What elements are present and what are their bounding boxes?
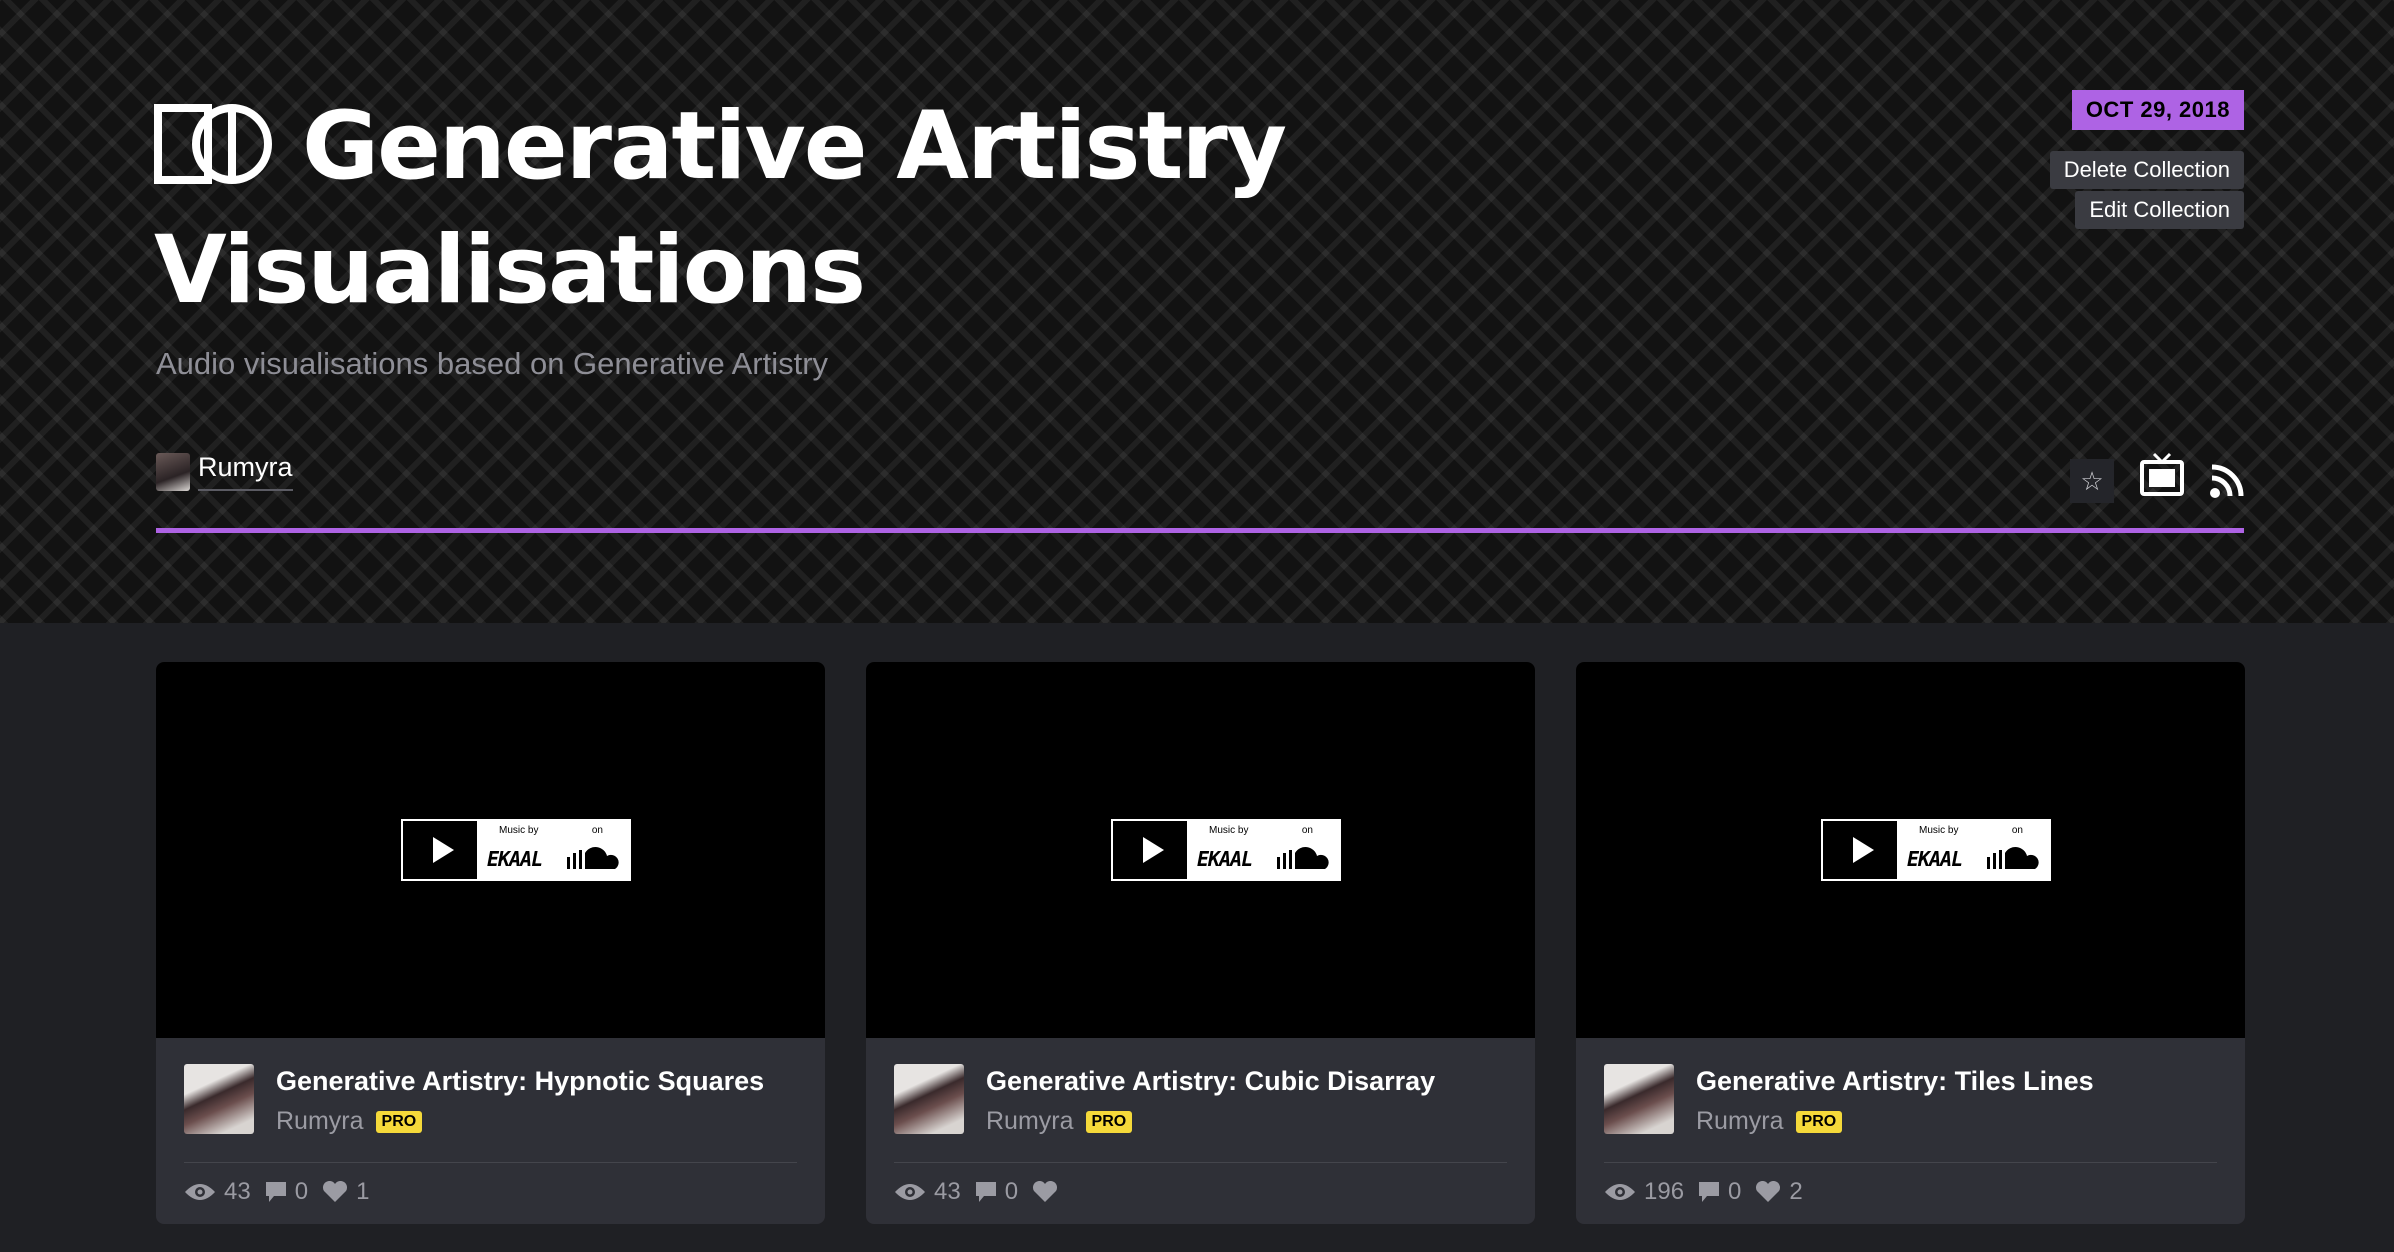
avatar [156,452,190,491]
comments-count: 0 [1004,1178,1019,1205]
pen-title[interactable]: Generative Artistry: Hypnotic Squares [276,1066,764,1097]
likes-count: 2 [1789,1178,1803,1205]
pen-title[interactable]: Generative Artistry: Tiles Lines [1696,1066,2094,1097]
play-button[interactable] [1821,819,1899,881]
likes-stat[interactable]: 2 [1755,1178,1803,1206]
pen-author[interactable]: Rumyra [986,1107,1074,1136]
pen-preview[interactable]: Music by on EKAAL [156,662,825,1038]
divider [894,1162,1507,1163]
divider [1604,1162,2217,1163]
play-icon [1852,837,1874,863]
comment-icon [1699,1182,1720,1202]
audio-player[interactable]: Music by on EKAAL [399,817,633,883]
views-stat: 43 [894,1178,961,1206]
title-line-2: Visualisations [154,216,866,325]
likes-stat[interactable]: 1 [322,1178,369,1206]
collection-header: Generative Artistry Visualisations Audio… [0,0,2394,623]
views-count: 196 [1644,1178,1685,1205]
heart-icon [1033,1181,1058,1202]
pen-stats: 43 0 [894,1178,1066,1206]
pen-card[interactable]: Music by on EKAAL Generative Artistry: H… [156,662,825,1224]
pen-preview[interactable]: Music by on EKAAL [1576,662,2245,1038]
pen-stats: 43 0 1 [184,1178,369,1206]
likes-count: 1 [356,1178,370,1205]
accent-divider [156,528,2244,533]
on-label: on [591,825,603,836]
title-line-1: Generative Artistry [302,92,1287,201]
pro-badge: PRO [1085,1110,1133,1133]
on-label: on [2011,825,2023,836]
pro-badge: PRO [1795,1110,1843,1133]
comment-icon [265,1182,286,1202]
views-stat: 43 [184,1178,251,1206]
date-badge: OCT 29, 2018 [2071,90,2244,130]
play-button[interactable] [401,819,479,881]
author-name[interactable]: Rumyra [198,452,293,491]
pro-badge: PRO [375,1110,423,1133]
music-by-label: Music by [1209,825,1249,836]
soundcloud-icon [1987,847,2045,876]
artist-logo: EKAAL [487,847,543,871]
likes-stat[interactable] [1032,1181,1066,1203]
artist-logo: EKAAL [1907,847,1963,871]
music-by-label: Music by [499,825,539,836]
codepen-collection-icon [154,94,272,212]
comment-icon [975,1182,996,1202]
edit-collection-button[interactable]: Edit Collection [2075,191,2244,229]
play-icon [432,837,454,863]
star-icon[interactable]: ☆ [2070,459,2114,503]
avatar[interactable] [894,1064,964,1134]
collection-actions: ☆ [2070,452,2244,503]
play-icon [1142,837,1164,863]
audio-player[interactable]: Music by on EKAAL [1819,817,2053,883]
heart-icon [323,1181,348,1202]
soundcloud-icon [1277,847,1335,876]
eye-icon [1605,1184,1635,1200]
comments-stat[interactable]: 0 [975,1178,1018,1206]
views-count: 43 [934,1178,961,1205]
views-stat: 196 [1604,1178,1684,1206]
pen-author[interactable]: Rumyra [276,1107,364,1136]
avatar[interactable] [184,1064,254,1134]
page-title: Generative Artistry Visualisations [154,88,1454,330]
rss-icon[interactable] [2210,464,2244,503]
heart-icon [1756,1181,1781,1202]
play-button[interactable] [1111,819,1189,881]
audio-player[interactable]: Music by on EKAAL [1109,817,1343,883]
author-link[interactable]: Rumyra [156,452,293,491]
comments-count: 0 [1728,1178,1742,1205]
soundcloud-icon [567,847,625,876]
views-count: 43 [224,1178,251,1205]
eye-icon [185,1184,215,1200]
collection-description: Audio visualisations based on Generative… [156,346,829,381]
pen-card[interactable]: Music by on EKAAL Generative Artistry: T… [1576,662,2245,1224]
comments-count: 0 [294,1178,309,1205]
avatar[interactable] [1604,1064,1674,1134]
pen-preview[interactable]: Music by on EKAAL [866,662,1535,1038]
artist-logo: EKAAL [1197,847,1253,871]
music-by-label: Music by [1919,825,1959,836]
pen-author[interactable]: Rumyra [1696,1107,1784,1136]
eye-icon [895,1184,925,1200]
comments-stat[interactable]: 0 [1698,1178,1741,1206]
divider [184,1162,797,1163]
pen-stats: 196 0 2 [1604,1178,1803,1206]
pen-title[interactable]: Generative Artistry: Cubic Disarray [986,1066,1435,1097]
pen-card[interactable]: Music by on EKAAL Generative Artistry: C… [866,662,1535,1224]
tv-icon[interactable] [2140,452,2184,503]
delete-collection-button[interactable]: Delete Collection [2049,151,2244,189]
on-label: on [1301,825,1313,836]
comments-stat[interactable]: 0 [265,1178,308,1206]
